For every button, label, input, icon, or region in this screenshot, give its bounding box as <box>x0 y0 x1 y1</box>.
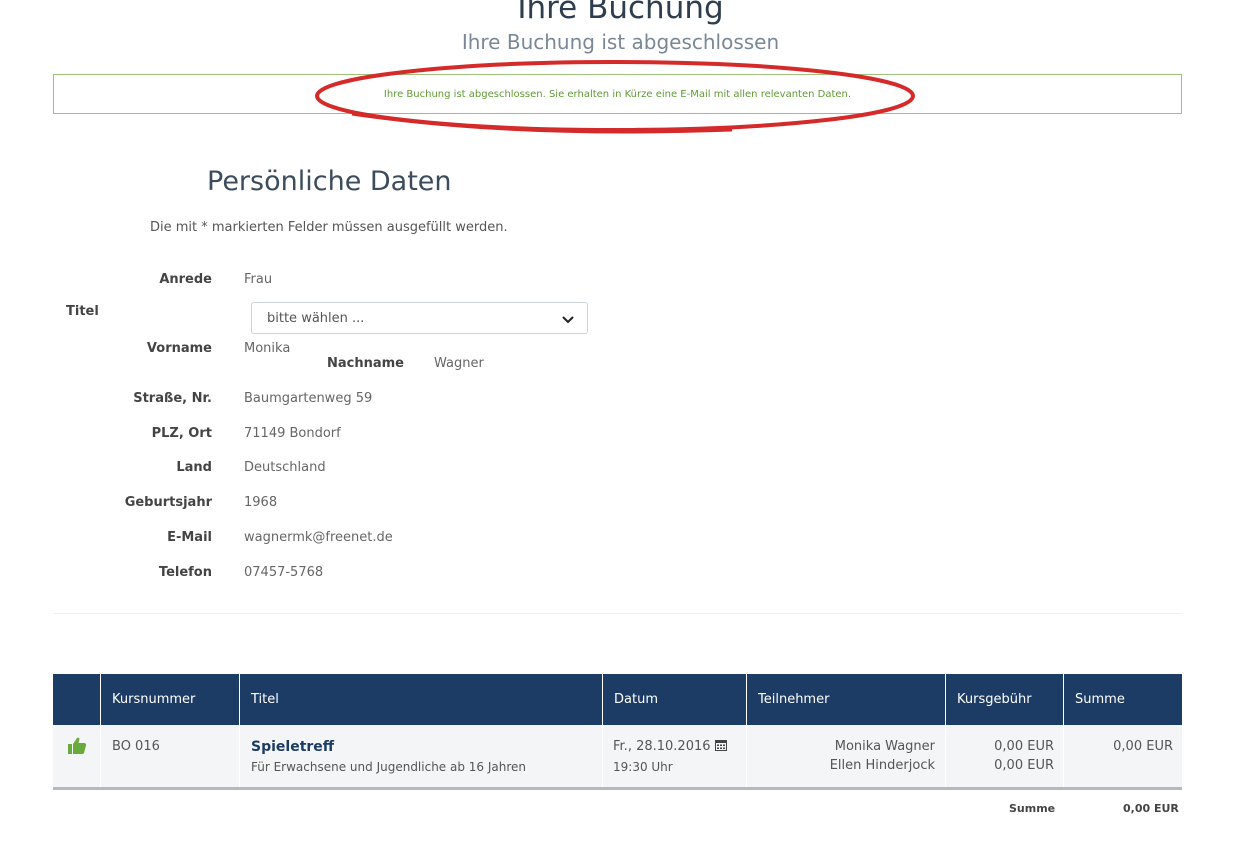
section-title-personal-data: Persönliche Daten <box>207 166 452 197</box>
required-fields-hint: Die mit * markierten Felder müssen ausge… <box>150 220 508 235</box>
kursgebuehr-2: 0,00 EUR <box>994 758 1054 773</box>
vorname-value: Monika <box>244 341 291 356</box>
anrede-value: Frau <box>244 272 273 287</box>
land-value: Deutschland <box>244 460 326 475</box>
page-title: Ihre Buchung <box>517 0 724 26</box>
datum-text: Fr., 28.10.2016 <box>613 739 711 754</box>
kursnummer-cell: BO 016 <box>112 739 160 754</box>
strasse-value: Baumgartenweg 59 <box>244 391 373 406</box>
titel-select[interactable]: bitte wählen ... <box>251 302 588 334</box>
column-header-datum: Datum <box>602 674 746 725</box>
plz-ort-label: PLZ, Ort <box>151 426 212 441</box>
vorname-label: Vorname <box>146 341 212 356</box>
teilnehmer-2: Ellen Hinderjock <box>829 758 935 773</box>
total-label: Summe <box>1009 802 1056 815</box>
column-separator <box>746 725 747 787</box>
email-value: wagnermk@freenet.de <box>244 530 393 545</box>
nachname-label: Nachname <box>327 356 405 371</box>
total-value: 0,00 EUR <box>1123 802 1179 815</box>
plz-ort-value: 71149 Bondorf <box>244 426 341 441</box>
geburtsjahr-label: Geburtsjahr <box>124 495 212 510</box>
column-header-status <box>53 674 100 725</box>
thumbs-up-icon <box>68 737 87 754</box>
course-description: Für Erwachsene und Jugendliche ab 16 Jah… <box>251 760 527 774</box>
course-title-link[interactable]: Spieletreff <box>251 738 334 756</box>
section-divider <box>53 613 1182 614</box>
kursgebuehr-1: 0,00 EUR <box>994 739 1054 754</box>
uhrzeit-cell: 19:30 Uhr <box>613 760 673 774</box>
anrede-label: Anrede <box>159 272 212 287</box>
column-header-kursnummer: Kursnummer <box>100 674 239 725</box>
column-separator <box>239 725 240 787</box>
strasse-label: Straße, Nr. <box>133 391 212 406</box>
titel-label: Titel <box>66 304 99 319</box>
column-separator <box>602 725 603 787</box>
email-label: E-Mail <box>167 530 212 545</box>
geburtsjahr-value: 1968 <box>244 495 278 510</box>
page-subtitle: Ihre Buchung ist abgeschlossen <box>461 30 780 54</box>
column-header-titel: Titel <box>239 674 602 725</box>
telefon-label: Telefon <box>158 565 212 580</box>
land-label: Land <box>176 460 212 475</box>
teilnehmer-1: Monika Wagner <box>834 739 935 754</box>
datum-cell: Fr., 28.10.2016 <box>613 738 727 756</box>
column-separator <box>945 725 946 787</box>
highlight-ellipse <box>315 60 915 134</box>
telefon-value: 07457-5768 <box>244 565 324 580</box>
chevron-down-icon <box>562 316 574 324</box>
table-row: BO 016 Spieletreff Für Erwachsene und Ju… <box>53 725 1182 790</box>
titel-select-value: bitte wählen ... <box>267 311 365 326</box>
column-header-kursgebuehr: Kursgebühr <box>945 674 1063 725</box>
calendar-icon <box>714 740 727 751</box>
booking-table-header: Kursnummer Titel Datum Teilnehmer Kursge… <box>53 674 1182 725</box>
nachname-value: Wagner <box>434 356 484 371</box>
column-header-summe: Summe <box>1063 674 1182 725</box>
column-separator <box>100 725 101 787</box>
column-separator <box>1063 725 1064 787</box>
column-header-teilnehmer: Teilnehmer <box>746 674 945 725</box>
summe-cell: 0,00 EUR <box>1113 739 1173 754</box>
